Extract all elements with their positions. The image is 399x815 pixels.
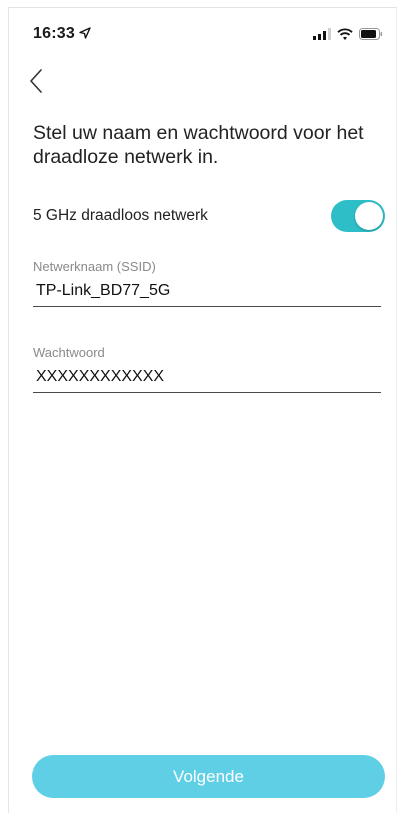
- location-arrow-icon: [79, 27, 91, 39]
- next-button[interactable]: Volgende: [32, 755, 385, 798]
- status-icons: [313, 27, 383, 41]
- status-bar: 16:33: [33, 24, 383, 44]
- battery-icon: [359, 28, 383, 40]
- password-input[interactable]: [33, 362, 381, 393]
- page-title: Stel uw naam en wachtwoord voor het draa…: [33, 122, 364, 168]
- back-button[interactable]: [28, 68, 44, 94]
- band-toggle-row: 5 GHz draadloos netwerk: [33, 200, 385, 234]
- wifi-icon: [337, 28, 353, 40]
- signal-icon: [313, 28, 331, 40]
- chevron-left-icon: [30, 69, 42, 93]
- band-toggle-label: 5 GHz draadloos netwerk: [33, 207, 208, 224]
- toggle-knob: [355, 202, 383, 230]
- ssid-label: Netwerknaam (SSID): [33, 259, 156, 274]
- ssid-field: Netwerknaam (SSID): [33, 259, 381, 307]
- password-label: Wachtwoord: [33, 345, 105, 360]
- status-time: 16:33: [33, 25, 75, 42]
- band-toggle-switch[interactable]: [331, 200, 385, 232]
- password-field: Wachtwoord: [33, 345, 381, 393]
- ssid-input[interactable]: [33, 276, 381, 307]
